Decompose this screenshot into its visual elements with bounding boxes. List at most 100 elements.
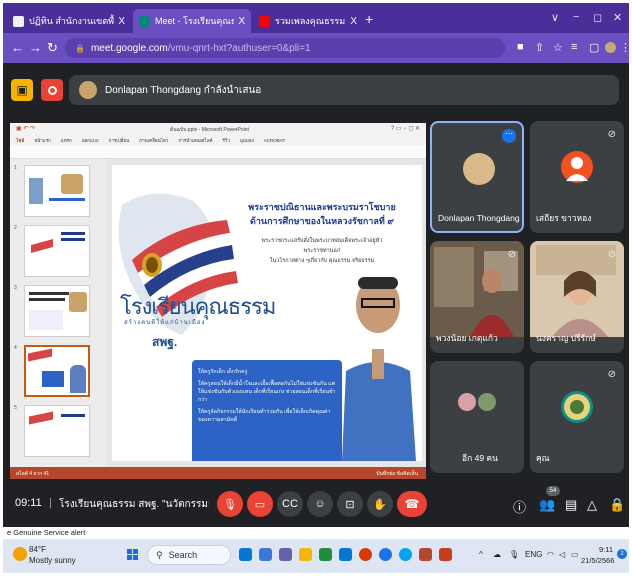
taskbar-date: 21/5/2566	[581, 556, 615, 565]
volume-icon[interactable]: ◁	[559, 550, 565, 559]
person-icon	[566, 157, 588, 181]
battery-icon[interactable]: ▭	[571, 550, 579, 559]
powerpoint-icon[interactable]	[419, 548, 432, 561]
weather-temp[interactable]: 84°F	[29, 545, 46, 554]
participant-name: คุณ	[536, 453, 550, 463]
taskbar-search[interactable]: ⚲ Search	[147, 545, 231, 565]
menu-item: รีวิว	[222, 137, 230, 143]
windows-taskbar: 84°F Mostly sunny ⚲ Search ^ ☁ 🎙 ENG ◠ ◁…	[3, 539, 629, 573]
participant-tile-sathian[interactable]: ⊘ เสถียร ขาวหอง	[530, 121, 624, 233]
url-path: /vmu-qnrt-hxt?authuser=0&pli=1	[167, 42, 311, 54]
taskbar-app-icon[interactable]	[279, 548, 292, 561]
participant-tile-others[interactable]: อีก 49 คน	[430, 361, 524, 473]
tray-chevron-icon[interactable]: ^	[479, 550, 483, 559]
menu-dots-icon[interactable]: ⋮	[620, 41, 629, 54]
participant-name: พวงน้อย เกตุแก้ว	[436, 333, 498, 343]
taskbar-app-icon[interactable]	[239, 548, 252, 561]
menu-item: การนำเสนอสไลด์	[178, 137, 213, 143]
bookmark-star-icon[interactable]: ☆	[553, 41, 563, 54]
taskbar-app-icon[interactable]	[359, 548, 372, 561]
taskbar-app-icon[interactable]	[439, 548, 452, 561]
side-panel-icon[interactable]: ▢	[589, 41, 599, 54]
chat-icon[interactable]: ▤	[565, 497, 577, 513]
browser-tab-youtube[interactable]: รวมเพลงคุณธรรม - YouTube X	[253, 9, 363, 33]
taskbar-app-icon[interactable]	[259, 548, 272, 561]
mic-off-icon: ⊘	[607, 249, 616, 260]
meet-control-bar: 09:11 | โรงเรียนคุณธรรม สพฐ. "นวัตกรรมสร…	[3, 483, 629, 527]
tab-search-icon[interactable]: ∨	[551, 11, 559, 24]
minimize-button[interactable]: −	[573, 11, 579, 23]
back-icon[interactable]: ←	[11, 40, 24, 55]
close-icon[interactable]: X	[350, 16, 357, 27]
windows-start-icon[interactable]	[127, 549, 139, 561]
slide-thumbnail	[24, 165, 90, 217]
screen: ปฏิทิน สำนักงานเขตพื้นที่การศึกษาประ X M…	[3, 3, 629, 573]
more-options-icon[interactable]: ⋯	[502, 129, 516, 143]
wifi-icon[interactable]: ◠	[547, 550, 554, 559]
powerpoint-statusbar: สไลด์ 4 จาก 41 บันทึกย่อ ข้อคิดเห็น	[10, 467, 426, 479]
new-tab-button[interactable]: +	[365, 11, 373, 27]
input-language[interactable]: ENG	[525, 550, 542, 559]
weather-condition[interactable]: Mostly sunny	[29, 556, 76, 565]
search-label: Search	[168, 550, 198, 560]
browser-toolbar: ← → ↻ 🔒 meet.google.com /vmu-qnrt-hxt?au…	[3, 33, 629, 63]
participant-name: เสถียร ขาวหอง	[536, 213, 592, 223]
avatar	[561, 151, 593, 183]
maximize-button[interactable]: ◻	[593, 11, 602, 24]
slide-bullet-box: ให้ครูรักเด็ก เด็กรักครู ให้ครูสอนให้เด็…	[192, 360, 342, 461]
participant-tile-self[interactable]: ⊘ คุณ	[530, 361, 624, 473]
participant-tile-donlapan[interactable]: ⋯ Donlapan Thongdang	[430, 121, 524, 233]
genuine-alert-strip[interactable]: e Genuine Service alert	[3, 527, 629, 539]
menu-item: มุมมอง	[239, 137, 254, 143]
file-explorer-icon[interactable]	[299, 548, 312, 561]
powerpoint-menu: ไฟล์ หน้าแรก แทรก ออกแบบ การเปลี่ยน ภาพเ…	[10, 135, 426, 145]
slide-number: 3	[14, 285, 17, 291]
url-host: meet.google.com	[90, 42, 168, 54]
search-icon: ⚲	[156, 549, 163, 560]
close-icon[interactable]: X	[238, 16, 245, 27]
mic-tray-icon[interactable]: 🎙	[509, 550, 519, 559]
participant-tile-puangnoi[interactable]: ⊘ พวงน้อย เกตุแก้ว	[430, 241, 524, 353]
status-right: บันทึกย่อ ข้อคิดเห็น	[376, 471, 418, 477]
taskbar-app-icon[interactable]	[319, 548, 332, 561]
menu-item: แทรก	[60, 137, 72, 143]
edge-icon[interactable]	[399, 548, 412, 561]
camera-toggle-button[interactable]: ▭	[247, 491, 273, 517]
forward-icon[interactable]: →	[29, 40, 42, 55]
taskbar-clock[interactable]: 9:11 21/5/2566	[581, 544, 615, 566]
chrome-icon[interactable]	[379, 548, 392, 561]
cloud-icon[interactable]: ☁	[493, 550, 501, 559]
people-icon[interactable]: 👥	[539, 497, 555, 513]
share-icon[interactable]: ⇧	[535, 41, 544, 54]
alert-text: e Genuine Service alert	[7, 528, 86, 537]
camera-indicator-icon[interactable]: ■	[517, 41, 524, 53]
mic-toggle-button[interactable]: 🎙	[217, 491, 243, 517]
host-controls-icon[interactable]: 🔒	[609, 497, 625, 513]
browser-tab-meet[interactable]: Meet - โรงเรียนคุณธรรม สพฐ. X	[133, 9, 251, 33]
captions-button[interactable]: CC	[277, 491, 303, 517]
emoji-button[interactable]: ☺	[307, 491, 333, 517]
sun-icon[interactable]	[13, 547, 27, 561]
notification-badge[interactable]: 2	[617, 549, 627, 559]
reload-icon[interactable]: ↻	[47, 40, 58, 56]
stop-presenting-button[interactable]	[41, 79, 63, 101]
slide-subtitle: พระราชทานแก่	[303, 248, 341, 254]
menu-item: ภาพเคลื่อนไหว	[139, 137, 169, 143]
slide-counter: สไลด์ 4 จาก 41	[16, 471, 50, 477]
info-icon[interactable]: ⓘ	[513, 497, 526, 516]
slide-thumbnail-pane: 1 2 3 4 5	[10, 159, 106, 467]
close-icon[interactable]: X	[118, 16, 125, 27]
close-window-button[interactable]: ✕	[613, 11, 622, 24]
activities-icon[interactable]: △	[587, 497, 597, 513]
address-bar[interactable]: 🔒 meet.google.com /vmu-qnrt-hxt?authuser…	[65, 38, 505, 58]
leave-call-button[interactable]: ☎	[397, 491, 427, 517]
profile-avatar[interactable]	[605, 42, 616, 53]
powerpoint-window-controls-icon: ? ▭ − ◻ ✕	[390, 126, 420, 132]
reading-list-icon[interactable]: ≡	[571, 41, 577, 53]
browser-tab-calendar[interactable]: ปฏิทิน สำนักงานเขตพื้นที่การศึกษาประ X	[7, 9, 131, 33]
slide-bullet: ให้ครูรักเด็ก เด็กรักครู	[198, 369, 248, 375]
presenting-icon[interactable]: ▣	[11, 79, 33, 101]
taskbar-app-icon[interactable]	[339, 548, 352, 561]
participant-tile-nongkran[interactable]: ⊘ นงคราญ ปรีรักษ์	[530, 241, 624, 353]
present-button[interactable]: ⊡	[337, 491, 363, 517]
